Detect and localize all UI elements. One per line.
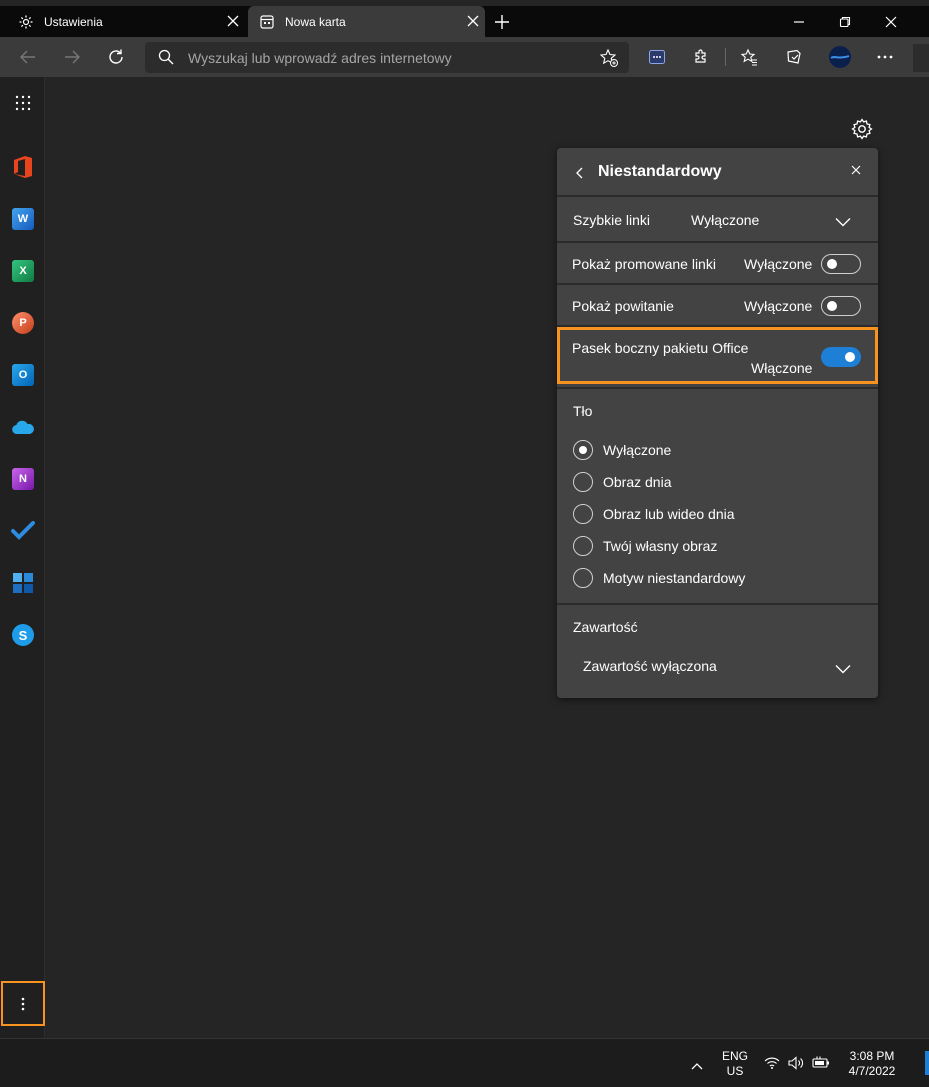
clock-time: 3:08 PM <box>849 1049 895 1063</box>
back-button[interactable] <box>15 44 41 70</box>
language-indicator[interactable]: ENG US <box>718 1049 752 1079</box>
address-bar[interactable]: Wyszukaj lub wprowadź adres internetowy <box>145 42 629 73</box>
refresh-button[interactable] <box>103 44 129 70</box>
todo-icon[interactable] <box>11 519 35 543</box>
office-sidebar: W X P O N S <box>0 77 45 1038</box>
restore-button[interactable] <box>822 6 868 37</box>
add-favorite-icon[interactable] <box>599 48 619 71</box>
minimize-icon <box>794 20 804 23</box>
extensions-puzzle-icon[interactable] <box>689 45 713 69</box>
app-launcher-icon[interactable] <box>11 91 35 115</box>
gear-icon <box>851 118 873 140</box>
divider <box>557 241 878 243</box>
option-label: Obraz lub wideo dnia <box>603 506 735 522</box>
more-vertical-icon <box>21 997 25 1010</box>
onedrive-icon[interactable] <box>11 415 35 439</box>
office-icon[interactable] <box>11 155 35 179</box>
promoted-links-toggle[interactable] <box>821 254 861 274</box>
close-tab-icon[interactable] <box>465 13 481 29</box>
content-heading: Zawartość <box>573 619 638 635</box>
onenote-icon[interactable]: N <box>11 467 35 491</box>
back-chevron-icon[interactable] <box>575 166 585 182</box>
minimize-button[interactable] <box>776 6 822 37</box>
close-icon <box>885 16 897 27</box>
gear-icon <box>18 14 34 30</box>
skype-icon[interactable]: S <box>11 623 35 647</box>
content-value: Zawartość wyłączona <box>583 658 717 674</box>
office-sidebar-label: Pasek boczny pakietu Office <box>572 340 749 356</box>
tab-new-tab[interactable]: Nowa karta <box>248 6 485 37</box>
divider <box>557 195 878 197</box>
search-icon <box>158 49 174 68</box>
restore-icon <box>839 16 851 27</box>
option-label: Obraz dnia <box>603 474 672 490</box>
tab-settings[interactable]: Ustawienia <box>7 6 245 37</box>
divider <box>557 283 878 285</box>
powerpoint-icon[interactable]: P <box>11 311 35 335</box>
greeting-label: Pokaż powitanie <box>572 298 674 314</box>
radio-button[interactable] <box>573 472 593 492</box>
chevron-up-icon[interactable] <box>691 1057 703 1073</box>
quick-links-label: Szybkie linki <box>573 212 651 228</box>
favorites-icon[interactable] <box>737 45 761 69</box>
toolbar-edge <box>913 44 929 72</box>
promoted-links-status: Wyłączone <box>744 256 813 272</box>
radio-button[interactable] <box>573 440 593 460</box>
close-window-button[interactable] <box>868 6 914 37</box>
greeting-status: Wyłączone <box>744 298 813 314</box>
show-desktop-edge[interactable] <box>925 1051 929 1075</box>
radio-button[interactable] <box>573 568 593 588</box>
divider <box>557 603 878 605</box>
clock[interactable]: 3:08 PM 4/7/2022 <box>838 1049 906 1079</box>
plus-icon <box>495 15 509 29</box>
quick-links-value: Wyłączone <box>691 212 760 228</box>
profile-avatar[interactable] <box>828 45 852 69</box>
radio-button[interactable] <box>573 504 593 524</box>
extension-icon[interactable] <box>645 45 669 69</box>
toolbar-divider <box>725 48 726 66</box>
tab-label: Ustawienia <box>44 14 103 29</box>
office-sidebar-status: Włączone <box>751 360 813 376</box>
option-label: Twój własny obraz <box>603 538 718 554</box>
address-placeholder: Wyszukaj lub wprowadź adres internetowy <box>188 50 452 66</box>
greeting-toggle[interactable] <box>821 296 861 316</box>
option-label: Motyw niestandardowy <box>603 570 746 586</box>
chevron-down-icon <box>835 661 851 677</box>
clock-date: 4/7/2022 <box>848 1064 896 1078</box>
arrow-left-icon <box>20 50 35 64</box>
close-tab-icon[interactable] <box>225 13 241 29</box>
region-code: US <box>726 1064 744 1078</box>
outlook-icon[interactable]: O <box>11 363 35 387</box>
taskbar: ENG US 3:08 PM 4/7/2022 <box>0 1038 929 1087</box>
excel-icon[interactable]: X <box>11 259 35 283</box>
background-heading: Tło <box>573 403 593 419</box>
new-tab-page-icon <box>259 14 275 30</box>
option-label: Wyłączone <box>603 442 672 458</box>
new-tab-button[interactable] <box>490 10 514 34</box>
customization-panel: Niestandardowy Szybkie linki Wyłączone P… <box>557 148 878 698</box>
page-settings-button[interactable] <box>850 117 874 141</box>
chevron-down-icon <box>835 214 851 230</box>
family-safety-icon[interactable] <box>11 571 35 595</box>
forward-button[interactable] <box>59 44 85 70</box>
volume-icon[interactable] <box>788 1056 804 1073</box>
sidebar-more-button[interactable] <box>1 981 45 1026</box>
tab-label: Nowa karta <box>285 14 346 29</box>
tab-strip: Ustawienia Nowa karta <box>0 6 929 37</box>
radio-button[interactable] <box>573 536 593 556</box>
navigation-toolbar: Wyszukaj lub wprowadź adres internetowy <box>0 37 929 77</box>
collections-icon[interactable] <box>782 45 806 69</box>
battery-icon[interactable] <box>812 1055 830 1072</box>
language-code: ENG <box>721 1049 748 1063</box>
more-options-icon[interactable] <box>873 45 897 69</box>
promoted-links-label: Pokaż promowane linki <box>572 256 716 272</box>
close-icon[interactable] <box>851 162 861 178</box>
arrow-right-icon <box>65 50 80 64</box>
wifi-icon[interactable] <box>764 1056 780 1072</box>
panel-title: Niestandardowy <box>598 163 722 180</box>
office-sidebar-toggle[interactable] <box>821 347 861 367</box>
divider <box>557 387 878 389</box>
refresh-icon <box>109 49 123 64</box>
word-icon[interactable]: W <box>11 207 35 231</box>
